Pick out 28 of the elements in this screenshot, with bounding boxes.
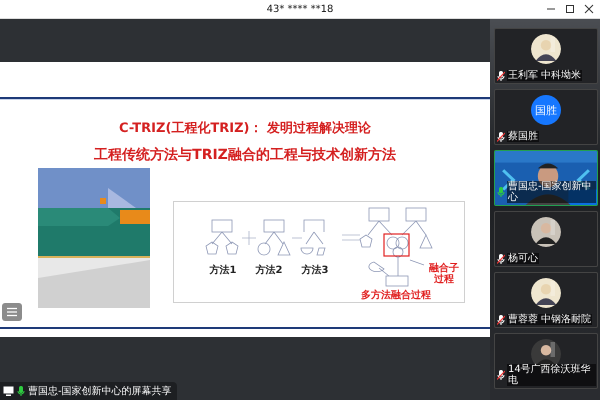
method-label: 方法3 (302, 265, 328, 276)
menu-icon (6, 307, 18, 317)
method-label: 方法1 (210, 265, 236, 276)
menu-button[interactable] (2, 303, 22, 321)
participant-tile[interactable]: 曹蓉蓉 中钢洛耐院 (494, 272, 598, 328)
participant-name: 杨可心 (507, 253, 539, 264)
screen-share-icon (3, 386, 14, 396)
avatar-initials: 国胜 (531, 95, 561, 125)
screen-share-text: 曹国忠-国家创新中心的屏幕共享 (28, 384, 172, 398)
slide-title: C-TRIZ(工程化TRIZ)： 发明过程解决理论 (118, 120, 371, 137)
participant-name: 王利军 中科坳米 (507, 70, 582, 81)
slide-subtitle: 工程传统方法与TRIZ融合的工程与技术创新方法 (94, 146, 396, 164)
participant-name: 曹国忠-国家创新中心 (507, 181, 596, 203)
participant-tile[interactable]: 王利军 中科坳米 (494, 28, 598, 84)
participant-tile[interactable]: 14号广西徐沃班华电 (494, 333, 598, 389)
maximize-icon[interactable] (565, 4, 575, 14)
fusion-label: 过程 (434, 274, 454, 285)
participant-name: 蔡国胜 (507, 131, 539, 142)
participant-name: 曹蓉蓉 中钢洛耐院 (507, 314, 592, 325)
participant-name: 14号广西徐沃班华电 (507, 364, 596, 386)
close-icon[interactable] (584, 4, 594, 14)
participant-tile[interactable]: 杨可心 (494, 211, 598, 267)
fusion-process-label: 多方法融合过程 (361, 290, 431, 301)
participant-tile[interactable]: 国胜 蔡国胜 (494, 89, 598, 145)
participant-tile[interactable]: 曹国忠-国家创新中心 (494, 150, 598, 206)
method-label: 方法2 (256, 265, 282, 276)
fusion-label: 融合子 (429, 263, 459, 274)
window-title: 43* **** **18 (266, 4, 334, 14)
